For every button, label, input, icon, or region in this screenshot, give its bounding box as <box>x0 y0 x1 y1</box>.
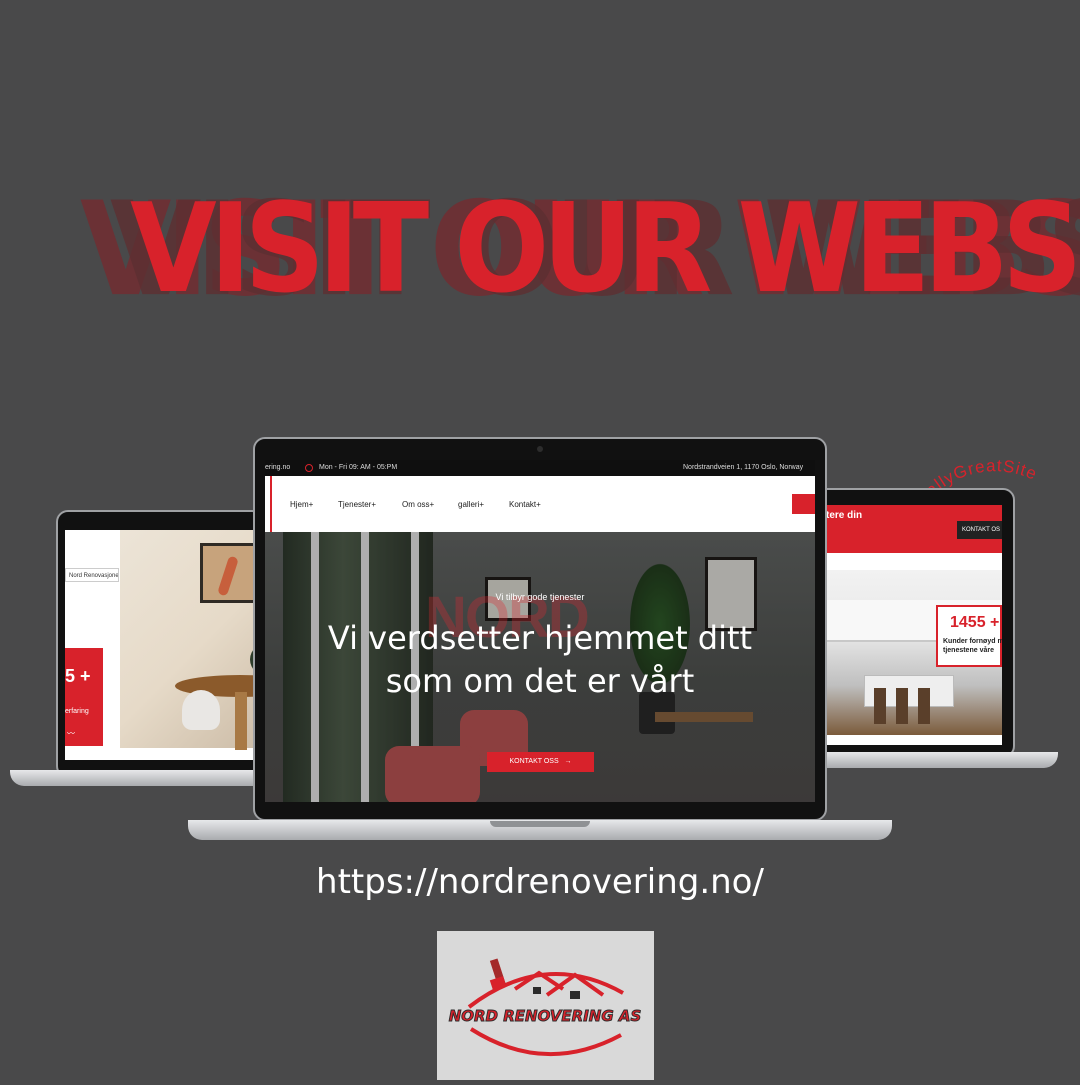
hero-title-line-2: som om det er vårt <box>385 662 695 700</box>
right-stat-text: Kunder fornøyd m tjenestene våre <box>943 637 1002 655</box>
left-stat-badge: 5 + erfaring 〰 <box>65 648 103 746</box>
hours-text: Mon - Fri 09: AM - 05:PM <box>319 464 398 471</box>
nav-red-line <box>270 476 272 532</box>
right-laptop-base <box>808 752 1058 768</box>
logo-text: NORD RENOVERING AS <box>449 1007 642 1025</box>
contact-button-label: KONTAKT OSS <box>509 758 559 765</box>
nav-cta-button[interactable] <box>792 494 815 514</box>
center-nav-bar: Hjem+ Tjenester+ Om oss+ galleri+ Kontak… <box>265 476 815 532</box>
right-stat-text-line-1: Kunder fornøyd m <box>943 638 1002 645</box>
nav-galleri[interactable]: galleri+ <box>458 500 484 509</box>
wall-art <box>200 543 255 603</box>
center-info-bar: ering.no Mon - Fri 09: AM - 05:PM Nordst… <box>265 460 815 476</box>
site-domain: ering.no <box>265 464 291 471</box>
clock-icon <box>305 464 313 472</box>
company-logo: NORD RENOVERING AS <box>448 958 642 1057</box>
hero-title-line-1: Vi verdsetter hjemmet ditt <box>327 619 753 657</box>
nav-hjem[interactable]: Hjem+ <box>290 500 313 509</box>
left-stat-number: 5 + <box>65 666 91 686</box>
bar-stool <box>918 688 930 724</box>
left-laptop-screen: Nord Renovasjoner 5 + erfaring 〰 <box>65 530 255 760</box>
wave-icon: 〰 <box>67 729 75 738</box>
right-stat-text-line-2: tjenestene våre <box>943 647 994 654</box>
nav-om-oss[interactable]: Om oss+ <box>402 500 434 509</box>
left-stat-text: erfaring <box>65 708 89 715</box>
left-laptop-base <box>10 770 280 786</box>
white-chair <box>182 690 220 730</box>
right-contact-button[interactable]: KONTAKT OS <box>957 521 1002 539</box>
camera-dot <box>537 446 543 452</box>
table-leg <box>235 692 247 750</box>
hero-kicker: Vi tilbyr gode tjenester <box>495 592 585 602</box>
hero-title: Vi verdsetter hjemmet ditt som om det er… <box>265 617 815 703</box>
arrow-right-icon: → <box>560 758 572 765</box>
right-stat-card: 1455 + Kunder fornøyd m tjenestene våre <box>936 605 1002 667</box>
bar-stool <box>874 688 886 724</box>
center-laptop-screen: ering.no Mon - Fri 09: AM - 05:PM Nordst… <box>265 460 815 802</box>
right-topbar-text: tere din <box>826 510 863 521</box>
headline-title: VISIT OUR WEBSITE <box>130 177 1080 321</box>
headline-section: VISIT OUR WEBSITE VISIT OUR WEBSITE VISI… <box>0 173 1080 325</box>
logo-card: NORD RENOVERING AS <box>437 931 654 1080</box>
right-stat-number: 1455 + <box>950 614 1000 631</box>
art-figure <box>217 555 239 597</box>
nav-tjenester[interactable]: Tjenester+ <box>338 500 376 509</box>
dining-room-photo <box>120 530 255 750</box>
hero-section: NORD Vi tilbyr gode tjenester Vi verdset… <box>265 532 815 802</box>
contact-button[interactable]: KONTAKT OSS → <box>487 752 594 772</box>
website-url[interactable]: https://nordrenovering.no/ <box>0 862 1080 902</box>
bar-stool <box>896 688 908 724</box>
address-text: Nordstrandveien 1, 1170 Oslo, Norway <box>683 464 804 471</box>
right-topbar: tere din KONTAKT OS <box>826 505 1002 553</box>
nav-kontakt[interactable]: Kontakt+ <box>509 500 541 509</box>
right-laptop-screen: tere din KONTAKT OS 1455 + Kunder fornøy… <box>826 505 1002 745</box>
left-site-label: Nord Renovasjoner <box>65 568 119 582</box>
laptop-notch <box>490 821 590 827</box>
